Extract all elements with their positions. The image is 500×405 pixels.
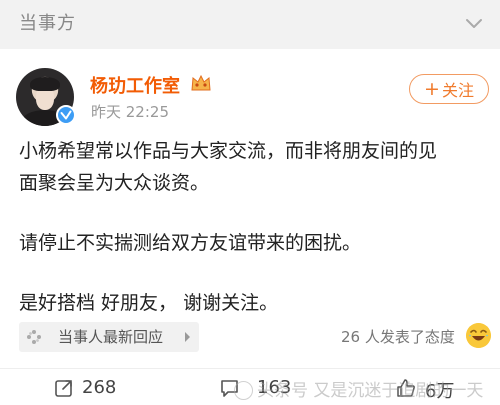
source-link[interactable]: 当事人最新回应 bbox=[19, 322, 199, 352]
vip-crown-icon bbox=[191, 74, 211, 91]
pinwheel-icon bbox=[27, 330, 41, 344]
plus-icon: + bbox=[424, 77, 440, 100]
chevron-right-icon bbox=[185, 332, 190, 342]
post-text-line-3: 请停止不实揣测给双方友谊带来的困扰。 bbox=[19, 232, 362, 254]
post-text-line-2: 面聚会呈为大众谈资。 bbox=[19, 172, 210, 194]
page-title: 当事方 bbox=[19, 13, 76, 34]
top-bar: 当事方 bbox=[0, 0, 500, 49]
watermark-logo-icon bbox=[234, 380, 253, 400]
follow-button[interactable]: + 关注 bbox=[409, 74, 489, 104]
author-name[interactable]: 杨玏工作室 bbox=[90, 72, 180, 98]
avatar-hair bbox=[30, 77, 60, 91]
post-text-line-1: 小杨希望常以作品与大家交流，而非将朋友间的见 bbox=[19, 140, 438, 162]
share-icon[interactable] bbox=[54, 378, 74, 398]
post-text-line-4: 是好搭档 好朋友， 谢谢关注。 bbox=[19, 292, 279, 314]
laughing-emoji-icon[interactable] bbox=[466, 323, 491, 348]
attitude-count[interactable]: 26 人发表了态度 bbox=[341, 326, 455, 347]
follow-label: 关注 bbox=[441, 81, 474, 100]
verified-badge-icon bbox=[56, 105, 76, 125]
source-label: 当事人最新回应 bbox=[58, 328, 164, 346]
divider bbox=[0, 368, 500, 369]
post-time: 昨天 22:25 bbox=[91, 103, 169, 121]
chevron-down-icon[interactable] bbox=[462, 11, 486, 35]
watermark: 头条号 又是沉迷于追剧的一天 bbox=[234, 376, 483, 401]
share-count[interactable]: 268 bbox=[82, 377, 116, 398]
watermark-text: 头条号 又是沉迷于追剧的一天 bbox=[257, 381, 484, 401]
